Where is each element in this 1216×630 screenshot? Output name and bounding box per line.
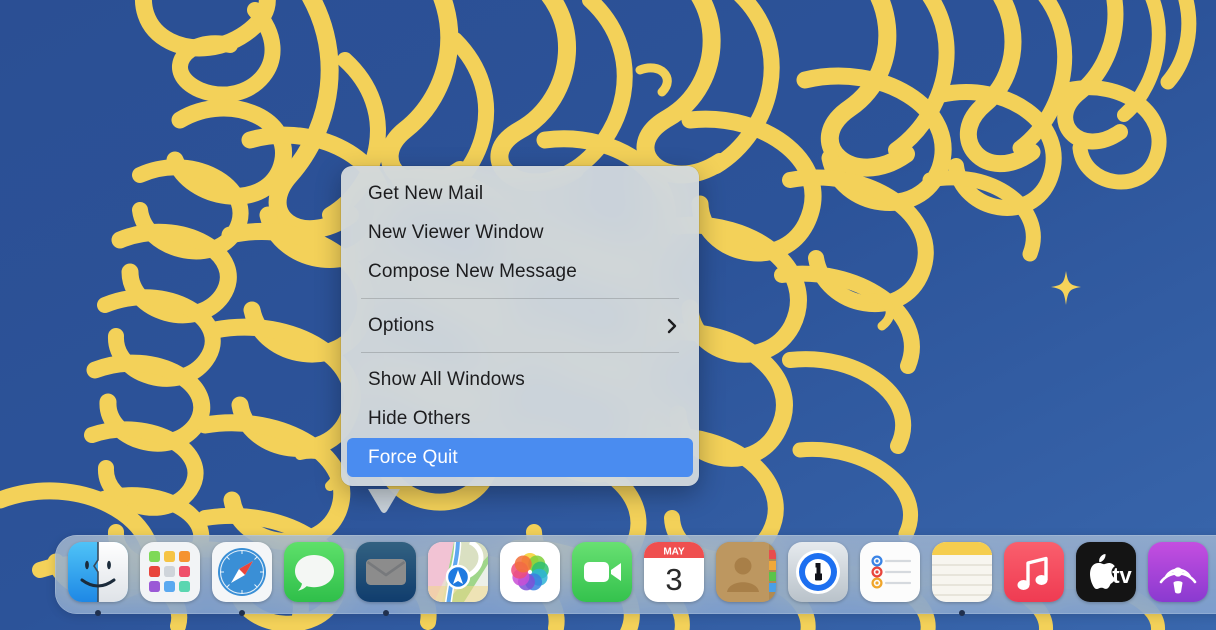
menu-item-get-new-mail[interactable]: Get New Mail <box>347 174 693 213</box>
dock-item-music[interactable] <box>998 542 1070 614</box>
app-running-indicator <box>959 610 965 616</box>
dock-item-launchpad[interactable] <box>134 542 206 614</box>
desktop-screen: Get New Mail New Viewer Window Compose New… <box>0 0 1216 630</box>
1password-icon[interactable] <box>788 542 848 602</box>
menu-item-label: Force Quit <box>368 447 679 469</box>
menu-item-show-all-windows[interactable]: Show All Windows <box>347 360 693 399</box>
svg-text:MAY: MAY <box>663 546 685 557</box>
podcasts-icon[interactable] <box>1148 542 1208 602</box>
menu-item-options[interactable]: Options <box>347 306 693 345</box>
finder-icon[interactable] <box>68 542 128 602</box>
notes-icon[interactable] <box>932 542 992 602</box>
photos-icon[interactable] <box>500 542 560 602</box>
safari-icon[interactable] <box>212 542 272 602</box>
dock-item-safari[interactable] <box>206 542 278 614</box>
mail-icon[interactable] <box>356 542 416 602</box>
dock-item-finder[interactable] <box>62 542 134 614</box>
dock-item-notes[interactable] <box>926 542 998 614</box>
macos-dock[interactable]: MAY 3 <box>55 535 1216 614</box>
dock-item-facetime[interactable] <box>566 542 638 614</box>
mail-dock-context-menu[interactable]: Get New Mail New Viewer Window Compose New… <box>341 166 699 486</box>
menu-item-label: Get New Mail <box>368 183 679 205</box>
dock-item-messages[interactable] <box>278 542 350 614</box>
app-running-indicator <box>239 610 245 616</box>
messages-icon[interactable] <box>284 542 344 602</box>
svg-text:tv: tv <box>1112 563 1132 588</box>
appletv-icon[interactable]: tv <box>1076 542 1136 602</box>
menu-item-label: Compose New Message <box>368 261 679 283</box>
dock-item-maps[interactable] <box>422 542 494 614</box>
menu-item-hide-others[interactable]: Hide Others <box>347 399 693 438</box>
menu-item-label: Hide Others <box>368 408 679 430</box>
menu-item-compose-new-message[interactable]: Compose New Message <box>347 252 693 291</box>
dock-item-reminders[interactable] <box>854 542 926 614</box>
menu-item-label: Options <box>368 315 667 337</box>
app-running-indicator <box>383 610 389 616</box>
menu-item-label: New Viewer Window <box>368 222 679 244</box>
dock-item-calendar[interactable]: MAY 3 <box>638 542 710 614</box>
music-icon[interactable] <box>1004 542 1064 602</box>
dock-item-contacts[interactable] <box>710 542 782 614</box>
contacts-icon[interactable] <box>716 542 776 602</box>
menu-separator <box>361 352 679 353</box>
svg-text:3: 3 <box>665 562 682 597</box>
menu-item-label: Show All Windows <box>368 369 679 391</box>
app-running-indicator <box>95 610 101 616</box>
maps-icon[interactable] <box>428 542 488 602</box>
dock-item-1password[interactable] <box>782 542 854 614</box>
context-menu-tail <box>368 489 400 515</box>
facetime-icon[interactable] <box>572 542 632 602</box>
dock-item-podcasts[interactable] <box>1142 542 1214 614</box>
menu-separator <box>361 298 679 299</box>
dock-item-photos[interactable] <box>494 542 566 614</box>
dock-item-apple-tv[interactable]: tv <box>1070 542 1142 614</box>
menu-item-new-viewer-window[interactable]: New Viewer Window <box>347 213 693 252</box>
chevron-right-icon <box>667 318 677 334</box>
dock-item-mail[interactable] <box>350 542 422 614</box>
reminders-icon[interactable] <box>860 542 920 602</box>
launchpad-icon[interactable] <box>140 542 200 602</box>
calendar-icon[interactable]: MAY 3 <box>644 542 704 602</box>
menu-item-force-quit[interactable]: Force Quit <box>347 438 693 477</box>
